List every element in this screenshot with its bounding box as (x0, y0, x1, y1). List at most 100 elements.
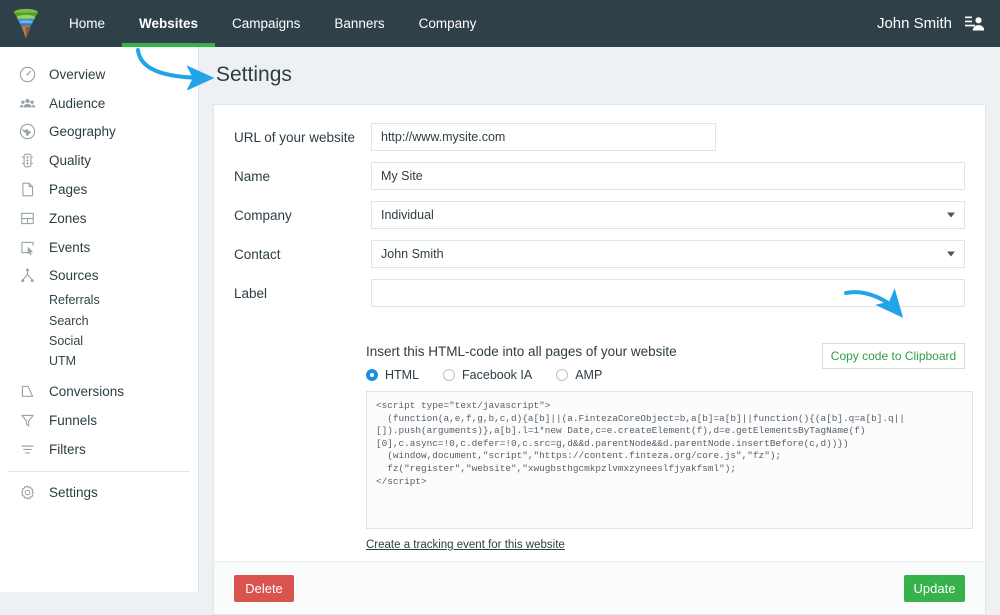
people-icon (17, 93, 37, 113)
nav-item-campaigns[interactable]: Campaigns (215, 0, 317, 47)
radio-option-html[interactable]: HTML (366, 368, 419, 382)
sidebar-item-sources[interactable]: Sources (0, 262, 198, 291)
nav-label: Home (69, 16, 105, 31)
create-tracking-event-link[interactable]: Create a tracking event for this website (366, 539, 565, 551)
user-menu[interactable]: John Smith (877, 15, 1000, 33)
sidebar-item-label: Events (49, 240, 90, 255)
sidebar-subitem-label: Search (49, 314, 89, 328)
sidebar-item-label: Conversions (49, 384, 124, 399)
company-field-label: Company (234, 208, 371, 223)
label-field-label: Label (234, 286, 371, 301)
contact-field-label: Contact (234, 247, 371, 262)
radio-indicator-amp[interactable] (556, 369, 568, 381)
sidebar-item-label: Sources (49, 268, 99, 283)
sidebar-item-zones[interactable]: Zones (0, 204, 198, 233)
url-field-label: URL of your website (234, 130, 371, 145)
traffic-light-icon (17, 151, 37, 171)
card-footer: Delete Update (214, 561, 985, 614)
radio-indicator-html[interactable] (366, 369, 378, 381)
sidebar-item-settings[interactable]: Settings (0, 479, 198, 508)
sidebar-item-funnels[interactable]: Funnels (0, 406, 198, 435)
top-navigation-bar: Home Websites Campaigns Banners Company … (0, 0, 1000, 47)
main-content: Settings URL of your website Name Compan… (199, 47, 1000, 592)
sidebar: Overview Audience Geography Quality Page… (0, 47, 199, 592)
copy-code-button[interactable]: Copy code to Clipboard (822, 343, 965, 369)
sidebar-item-geography[interactable]: Geography (0, 118, 198, 147)
app-logo[interactable] (0, 0, 52, 47)
sidebar-subitem-utm[interactable]: UTM (0, 351, 198, 371)
nav-item-company[interactable]: Company (402, 0, 494, 47)
sidebar-item-label: Overview (49, 67, 105, 82)
sidebar-item-events[interactable]: Events (0, 233, 198, 262)
name-field-label: Name (234, 169, 371, 184)
sidebar-item-label: Audience (49, 96, 105, 111)
sidebar-item-label: Settings (49, 485, 98, 500)
sidebar-subitem-search[interactable]: Search (0, 311, 198, 331)
code-format-radio-group: HTML Facebook IA AMP (366, 368, 965, 382)
sidebar-subitem-label: UTM (49, 354, 76, 368)
sidebar-item-label: Funnels (49, 413, 97, 428)
form-row-contact: Contact John Smith (234, 240, 965, 268)
chevron-down-icon (947, 252, 955, 257)
contact-select-value: John Smith (381, 247, 444, 261)
nav-label: Campaigns (232, 16, 300, 31)
page-icon (17, 180, 37, 200)
form-row-url: URL of your website (234, 123, 965, 151)
chevron-down-icon (947, 213, 955, 218)
sidebar-item-pages[interactable]: Pages (0, 175, 198, 204)
url-input[interactable] (371, 123, 716, 151)
nav-item-home[interactable]: Home (52, 0, 122, 47)
sidebar-item-label: Quality (49, 153, 91, 168)
sidebar-item-label: Filters (49, 442, 86, 457)
company-select[interactable]: Individual (371, 201, 965, 229)
sidebar-item-overview[interactable]: Overview (0, 60, 198, 89)
sidebar-subitem-referrals[interactable]: Referrals (0, 290, 198, 310)
update-button[interactable]: Update (904, 575, 965, 602)
sidebar-item-conversions[interactable]: Conversions (0, 377, 198, 406)
sidebar-divider (8, 471, 190, 472)
sidebar-subitem-label: Social (49, 334, 83, 348)
settings-form: URL of your website Name Company Individ… (214, 105, 985, 330)
nav-item-websites[interactable]: Websites (122, 0, 215, 47)
filters-icon (17, 439, 37, 459)
globe-icon (17, 122, 37, 142)
sidebar-item-audience[interactable]: Audience (0, 89, 198, 118)
sidebar-item-label: Geography (49, 124, 116, 139)
sources-tree-icon (17, 266, 37, 286)
radio-indicator-facebook-ia[interactable] (443, 369, 455, 381)
form-row-label: Label (234, 279, 965, 307)
sidebar-subitem-social[interactable]: Social (0, 331, 198, 351)
nav-item-banners[interactable]: Banners (317, 0, 401, 47)
tracking-code-snippet: <script type="text/javascript"> (functio… (376, 400, 963, 488)
nav-label: Company (419, 16, 477, 31)
sidebar-item-label: Zones (49, 211, 87, 226)
funnel-icon (17, 410, 37, 430)
radio-label-amp: AMP (575, 368, 602, 382)
label-input[interactable] (371, 279, 965, 307)
radio-label-html: HTML (385, 368, 419, 382)
delete-button[interactable]: Delete (234, 575, 294, 602)
funnel-logo-icon (11, 7, 41, 41)
tracking-code-section: Insert this HTML-code into all pages of … (214, 330, 985, 561)
sidebar-item-quality[interactable]: Quality (0, 146, 198, 175)
name-input[interactable] (371, 162, 965, 190)
primary-nav-items: Home Websites Campaigns Banners Company (52, 0, 493, 47)
company-select-value: Individual (381, 208, 434, 222)
nav-label: Banners (334, 16, 384, 31)
user-name-label: John Smith (877, 15, 952, 32)
cursor-box-icon (17, 237, 37, 257)
form-row-name: Name (234, 162, 965, 190)
contact-card-icon[interactable] (964, 15, 984, 33)
radio-option-amp[interactable]: AMP (556, 368, 602, 382)
sidebar-item-label: Pages (49, 182, 87, 197)
contact-select[interactable]: John Smith (371, 240, 965, 268)
gear-icon (17, 483, 37, 503)
speedometer-icon (17, 64, 37, 84)
page-title: Settings (199, 47, 1000, 87)
conversions-icon (17, 382, 37, 402)
website-settings-card: URL of your website Name Company Individ… (213, 104, 986, 615)
sidebar-item-filters[interactable]: Filters (0, 435, 198, 464)
radio-label-facebook-ia: Facebook IA (462, 368, 532, 382)
tracking-code-box[interactable]: <script type="text/javascript"> (functio… (366, 391, 973, 529)
radio-option-facebook-ia[interactable]: Facebook IA (443, 368, 532, 382)
